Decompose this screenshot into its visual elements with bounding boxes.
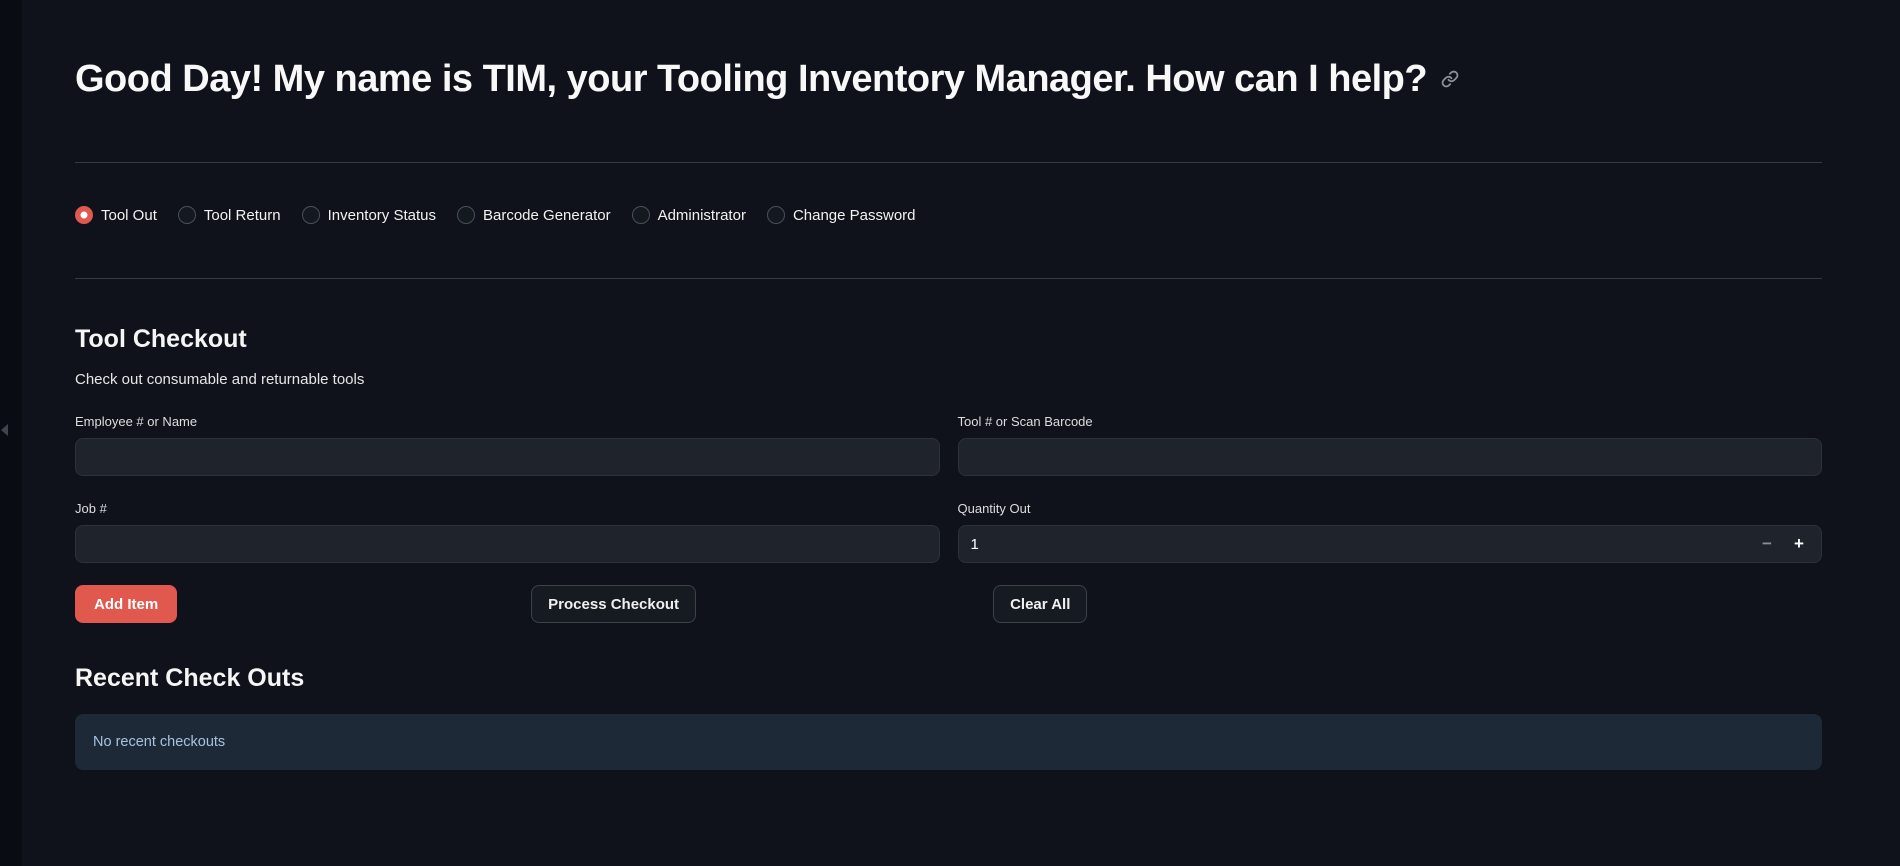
radio-label: Change Password xyxy=(793,207,916,224)
radio-barcode-generator[interactable]: Barcode Generator xyxy=(457,206,611,224)
radio-unselected-icon[interactable] xyxy=(767,206,785,224)
radio-unselected-icon[interactable] xyxy=(457,206,475,224)
radio-unselected-icon[interactable] xyxy=(302,206,320,224)
employee-input[interactable] xyxy=(75,438,940,476)
radio-tool-out[interactable]: Tool Out xyxy=(75,206,157,224)
radio-administrator[interactable]: Administrator xyxy=(632,206,746,224)
quantity-increment-button[interactable]: + xyxy=(1786,525,1812,563)
quantity-field-label: Quantity Out xyxy=(958,501,1823,516)
recent-checkouts-empty-state: No recent checkouts xyxy=(75,714,1822,770)
employee-field-label: Employee # or Name xyxy=(75,414,940,429)
link-icon[interactable] xyxy=(1441,70,1459,88)
action-buttons-row: Add Item Process Checkout Clear All xyxy=(75,585,1822,623)
quantity-decrement-button[interactable]: − xyxy=(1754,525,1780,563)
nav-radio-group: Tool Out Tool Return Inventory Status Ba… xyxy=(75,206,1822,224)
clear-all-button[interactable]: Clear All xyxy=(993,585,1087,623)
radio-label: Administrator xyxy=(658,207,746,224)
divider xyxy=(75,162,1822,163)
radio-label: Barcode Generator xyxy=(483,207,611,224)
radio-inventory-status[interactable]: Inventory Status xyxy=(302,206,436,224)
radio-label: Inventory Status xyxy=(328,207,436,224)
section-title-recent-checkouts: Recent Check Outs xyxy=(75,664,1822,693)
sidebar-collapse-icon[interactable] xyxy=(1,424,8,436)
process-checkout-button[interactable]: Process Checkout xyxy=(531,585,696,623)
add-item-button[interactable]: Add Item xyxy=(75,585,177,623)
main-content: Good Day! My name is TIM, your Tooling I… xyxy=(75,0,1822,770)
quantity-field-group: Quantity Out − + xyxy=(958,501,1823,563)
employee-field-group: Employee # or Name xyxy=(75,414,940,476)
job-field-label: Job # xyxy=(75,501,940,516)
checkout-form: Employee # or Name Tool # or Scan Barcod… xyxy=(75,414,1822,563)
tool-barcode-input[interactable] xyxy=(958,438,1823,476)
radio-label: Tool Return xyxy=(204,207,281,224)
tool-field-group: Tool # or Scan Barcode xyxy=(958,414,1823,476)
section-subtitle: Check out consumable and returnable tool… xyxy=(75,371,1822,388)
tool-field-label: Tool # or Scan Barcode xyxy=(958,414,1823,429)
divider xyxy=(75,278,1822,279)
job-field-group: Job # xyxy=(75,501,940,563)
radio-change-password[interactable]: Change Password xyxy=(767,206,916,224)
job-number-input[interactable] xyxy=(75,525,940,563)
radio-label: Tool Out xyxy=(101,207,157,224)
empty-state-message: No recent checkouts xyxy=(93,734,225,750)
section-title-tool-checkout: Tool Checkout xyxy=(75,325,1822,354)
radio-unselected-icon[interactable] xyxy=(178,206,196,224)
radio-unselected-icon[interactable] xyxy=(632,206,650,224)
page-title: Good Day! My name is TIM, your Tooling I… xyxy=(75,55,1822,103)
radio-tool-return[interactable]: Tool Return xyxy=(178,206,281,224)
quantity-stepper: − + xyxy=(958,525,1823,563)
radio-selected-icon[interactable] xyxy=(75,206,93,224)
quantity-input[interactable] xyxy=(958,525,1823,563)
page-title-text: Good Day! My name is TIM, your Tooling I… xyxy=(75,55,1427,103)
